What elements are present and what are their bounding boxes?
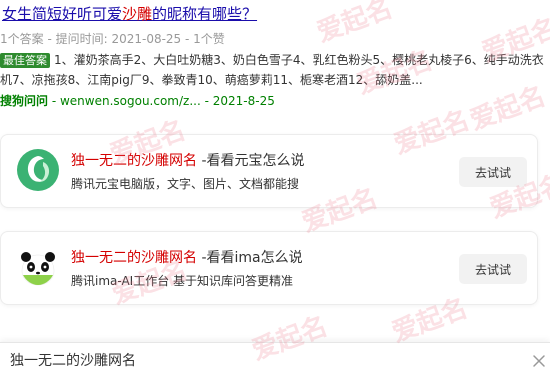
ai-card-ima[interactable]: 独一无二的沙雕网名 -看看ima怎么说 腾讯ima-AI工作台 基于知识库问答更… [0,231,538,305]
ima-panda-logo-icon [16,245,60,289]
card-title[interactable]: 独一无二的沙雕网名 -看看元宝怎么说 [71,152,305,170]
result-snippet: 最佳答案 1、灌奶茶高手2、大白吐奶糖3、奶白色雪子4、乳红色粉头5、樱桃老丸棱子… [0,50,546,90]
card-description: 腾讯ima-AI工作台 基于知识库问答更精准 [71,274,294,288]
best-answer-badge: 最佳答案 [0,53,50,68]
card-title-keyword: 独一无二的沙雕网名 [71,153,197,169]
ai-card-yuanbao[interactable]: 独一无二的沙雕网名 -看看元宝怎么说 腾讯元宝电脑版，文字、图片、文档都能搜 去… [0,134,538,208]
close-icon[interactable] [532,353,546,367]
result-meta: 1个答案 - 提问时间: 2021-08-25 - 1个赞 [0,32,225,46]
try-button[interactable]: 去试试 [459,254,527,284]
card-title-keyword: 独一无二的沙雕网名 [71,250,197,266]
result-source-url: - wenwen.sogou.com/z... - 2021-8-25 [48,94,275,108]
result-snippet-text: 1、灌奶茶高手2、大白吐奶糖3、奶白色雪子4、乳红色粉头5、樱桃老丸棱子6、纯手… [0,53,544,87]
result-source-link[interactable]: 搜狗问问 - wenwen.sogou.com/z... - 2021-8-25 [0,93,275,109]
watermark: 爱起名 [313,0,397,49]
card-title[interactable]: 独一无二的沙雕网名 -看看ima怎么说 [71,249,303,267]
card-description: 腾讯元宝电脑版，文字、图片、文档都能搜 [71,177,300,191]
search-input[interactable] [10,348,510,372]
result-title-link[interactable]: 女生简短好听可爱沙雕的昵称有哪些？ [2,5,257,23]
result-source-site: 搜狗问问 [0,94,49,108]
yuanbao-logo-icon [16,148,60,192]
card-title-rest: -看看元宝怎么说 [197,153,305,169]
search-box [0,342,550,376]
try-button[interactable]: 去试试 [459,157,527,187]
card-title-rest: -看看ima怎么说 [197,250,303,266]
result-title-suffix: 的昵称有哪些？ [152,5,258,23]
result-title-highlight: 沙雕 [122,5,153,23]
result-title-prefix: 女生简短好听可爱 [2,5,123,23]
